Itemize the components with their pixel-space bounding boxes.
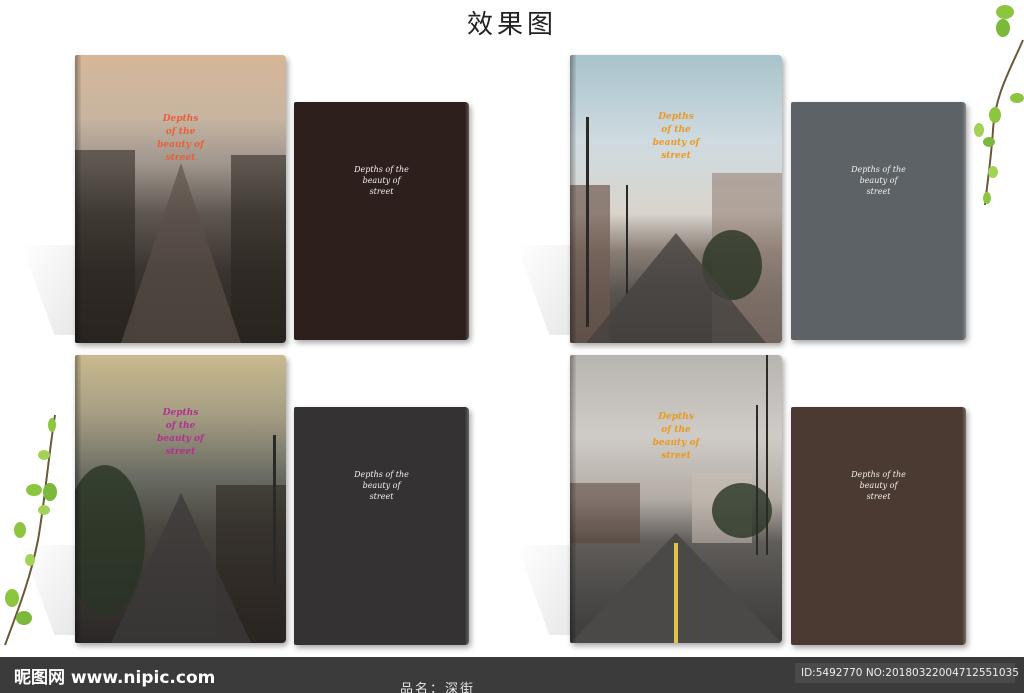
back-title-line: Depths of the — [851, 470, 906, 479]
page-title: 效果图 — [466, 10, 557, 40]
street — [120, 163, 241, 343]
back-title-line: Depths of the — [851, 165, 906, 174]
front-title-line: Depths — [658, 112, 694, 122]
notebook-back-cover-2: Depths of the beauty of street — [791, 102, 966, 340]
cover-spine — [75, 55, 81, 343]
back-title-line: street — [866, 187, 891, 196]
back-title-line: Depths of the — [354, 165, 409, 174]
front-title-line: street — [165, 153, 196, 163]
tree — [712, 483, 772, 538]
product-name: 品名：深街 — [400, 682, 476, 693]
street — [586, 233, 766, 343]
front-title-line: of the — [165, 421, 196, 431]
cover-spine — [570, 355, 576, 643]
back-title-line: beauty of — [362, 481, 401, 490]
front-title-line: street — [165, 447, 196, 457]
notebook-front-cover-1: Depths of the beauty of street — [75, 55, 286, 343]
back-title-line: street — [369, 492, 394, 501]
cover-edge — [962, 407, 966, 645]
front-title: Depths of the beauty of street — [75, 407, 286, 459]
back-title-line: beauty of — [859, 176, 898, 185]
front-title-line: of the — [661, 425, 691, 435]
front-title-line: beauty of — [157, 434, 204, 444]
notebook-back-cover-4: Depths of the beauty of street — [791, 407, 966, 645]
back-title-line: beauty of — [859, 481, 898, 490]
back-title-line: beauty of — [362, 176, 401, 185]
back-title: Depths of the beauty of street — [294, 469, 469, 502]
site-logo[interactable]: 昵图网 www.nipic.com — [14, 663, 215, 688]
front-title: Depths of the beauty of street — [570, 411, 782, 463]
back-title-line: Depths of the — [354, 470, 409, 479]
back-title: Depths of the beauty of street — [791, 164, 966, 197]
street — [110, 493, 251, 643]
leaf-vine-top-right — [974, 5, 1024, 206]
notebook-back-cover-3: Depths of the beauty of street — [294, 407, 469, 645]
front-title-line: street — [661, 151, 691, 161]
front-title: Depths of the beauty of street — [75, 113, 286, 165]
front-title: Depths of the beauty of street — [570, 111, 782, 163]
notebook-front-cover-3: Depths of the beauty of street — [75, 355, 286, 643]
cover-spine — [570, 55, 576, 343]
back-title-line: street — [866, 492, 891, 501]
image-id-label: ID:5492770 NO:20180322004712551035 — [795, 663, 1019, 683]
back-title-line: street — [369, 187, 394, 196]
front-title-line: beauty of — [652, 138, 700, 148]
front-title-line: Depths — [162, 114, 199, 124]
front-title-line: beauty of — [652, 438, 700, 448]
cover-edge — [465, 407, 469, 645]
front-title-line: Depths — [162, 408, 199, 418]
front-title-line: street — [661, 451, 691, 461]
leaf-vine-bottom-left — [4, 414, 57, 646]
front-title-line: beauty of — [157, 140, 204, 150]
notebook-back-cover-1: Depths of the beauty of street — [294, 102, 469, 340]
notebook-front-cover-2: Depths of the beauty of street — [570, 55, 782, 343]
front-title-line: of the — [661, 125, 691, 135]
back-title: Depths of the beauty of street — [294, 164, 469, 197]
road-lane-marking — [674, 543, 678, 643]
notebook-front-cover-4: Depths of the beauty of street — [570, 355, 782, 643]
front-title-line: of the — [165, 127, 196, 137]
front-title-line: Depths — [658, 412, 694, 422]
cover-edge — [465, 102, 469, 340]
back-title: Depths of the beauty of street — [791, 469, 966, 502]
